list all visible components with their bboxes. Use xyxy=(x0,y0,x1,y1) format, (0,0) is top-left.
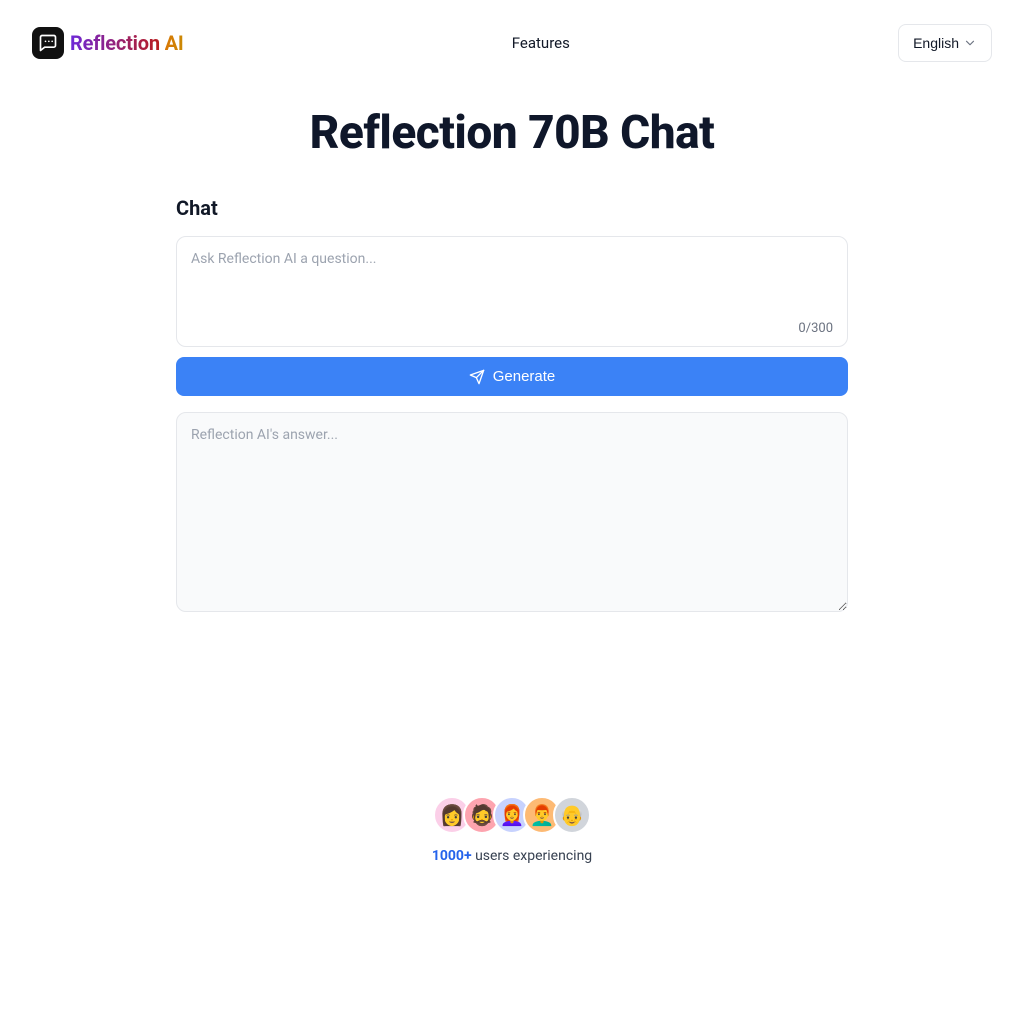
avatar-stack: 👩🧔👩‍🦰👨‍🦰👴 xyxy=(433,796,591,834)
brand-name: Reflection AI xyxy=(70,31,184,55)
char-counter: 0/300 xyxy=(191,321,833,336)
social-proof-text: 1000+ users experiencing xyxy=(432,848,592,864)
question-input-card: 0/300 xyxy=(176,236,848,347)
language-selector[interactable]: English xyxy=(898,24,992,62)
chevron-down-icon xyxy=(963,36,977,50)
question-input[interactable] xyxy=(191,251,833,313)
brand-logo-icon xyxy=(32,27,64,59)
generate-button[interactable]: Generate xyxy=(176,357,848,396)
chat-section-title: Chat xyxy=(176,196,848,220)
send-icon xyxy=(469,369,485,385)
social-suffix: users experiencing xyxy=(472,848,593,864)
nav-link-features[interactable]: Features xyxy=(512,34,570,52)
generate-label: Generate xyxy=(493,368,556,385)
brand[interactable]: Reflection AI xyxy=(32,27,184,59)
social-count: 1000+ xyxy=(432,848,472,864)
page-title: Reflection 70B Chat xyxy=(176,106,848,160)
language-label: English xyxy=(913,35,959,51)
answer-output[interactable] xyxy=(176,412,848,612)
social-proof: 👩🧔👩‍🦰👨‍🦰👴 1000+ users experiencing xyxy=(176,796,848,864)
avatar: 👴 xyxy=(553,796,591,834)
